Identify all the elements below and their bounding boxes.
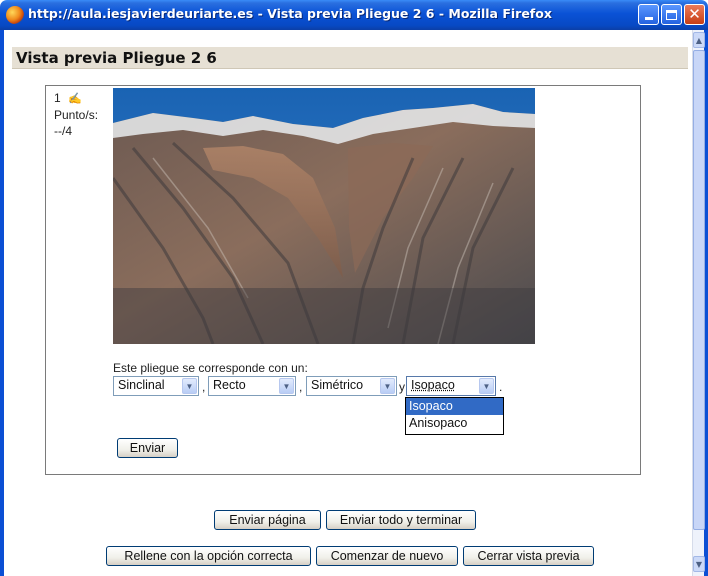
chevron-down-icon: ▼ xyxy=(479,378,494,394)
fill-correct-button[interactable]: Rellene con la opción correcta xyxy=(106,546,311,566)
submit-page-button[interactable]: Enviar página xyxy=(214,510,321,530)
select-thickness-value: Isopaco xyxy=(411,378,455,392)
page-content: Vista previa Pliegue 2 6 1 ✍ Punto/s: --… xyxy=(4,30,692,576)
minimize-icon xyxy=(644,17,653,20)
dropdown-option-isopaco[interactable]: Isopaco xyxy=(406,398,503,415)
select-type[interactable]: Sinclinal ▼ xyxy=(113,376,199,396)
page-title: Vista previa Pliegue 2 6 xyxy=(12,47,688,69)
firefox-icon xyxy=(6,6,24,24)
maximize-icon xyxy=(666,9,677,20)
minimize-button[interactable] xyxy=(638,4,659,25)
fold-photo xyxy=(113,88,535,344)
scroll-down-icon[interactable]: ▼ xyxy=(693,556,705,572)
chevron-down-icon: ▼ xyxy=(182,378,197,394)
close-icon: ✕ xyxy=(688,5,701,23)
select-orientation[interactable]: Recto ▼ xyxy=(208,376,296,396)
scroll-up-icon[interactable]: ▲ xyxy=(693,32,705,48)
separator: y xyxy=(399,380,405,394)
pencil-icon[interactable]: ✍ xyxy=(68,93,82,105)
thickness-dropdown-list[interactable]: Isopaco Anisopaco xyxy=(405,397,504,435)
separator: , xyxy=(299,380,303,394)
window-title: http://aula.iesjavierdeuriarte.es - Vist… xyxy=(28,6,552,21)
restart-button[interactable]: Comenzar de nuevo xyxy=(316,546,458,566)
window-titlebar[interactable]: http://aula.iesjavierdeuriarte.es - Vist… xyxy=(0,0,708,30)
question-number: 1 xyxy=(54,91,61,105)
select-type-value: Sinclinal xyxy=(118,378,165,392)
dropdown-option-anisopaco[interactable]: Anisopaco xyxy=(406,415,503,432)
close-preview-button[interactable]: Cerrar vista previa xyxy=(463,546,594,566)
submit-all-button[interactable]: Enviar todo y terminar xyxy=(326,510,476,530)
select-thickness[interactable]: Isopaco ▼ xyxy=(406,376,496,396)
points-label: Punto/s: xyxy=(54,108,99,122)
close-button[interactable]: ✕ xyxy=(684,4,705,25)
select-symmetry[interactable]: Simétrico ▼ xyxy=(306,376,397,396)
points-value: --/4 xyxy=(54,124,72,138)
scrollbar-thumb[interactable] xyxy=(693,50,705,530)
maximize-button[interactable] xyxy=(661,4,682,25)
vertical-scrollbar[interactable]: ▲ ▼ xyxy=(692,30,705,576)
question-box: 1 ✍ Punto/s: --/4 Este pliegue se corres… xyxy=(45,85,641,475)
separator: , xyxy=(202,380,206,394)
separator: . xyxy=(499,380,503,394)
chevron-down-icon: ▼ xyxy=(279,378,294,394)
question-prompt: Este pliegue se corresponde con un: xyxy=(113,361,308,375)
question-info: 1 ✍ Punto/s: --/4 xyxy=(54,90,98,139)
chevron-down-icon: ▼ xyxy=(380,378,395,394)
select-symmetry-value: Simétrico xyxy=(311,378,364,392)
select-orientation-value: Recto xyxy=(213,378,246,392)
submit-answer-button[interactable]: Enviar xyxy=(117,438,178,458)
